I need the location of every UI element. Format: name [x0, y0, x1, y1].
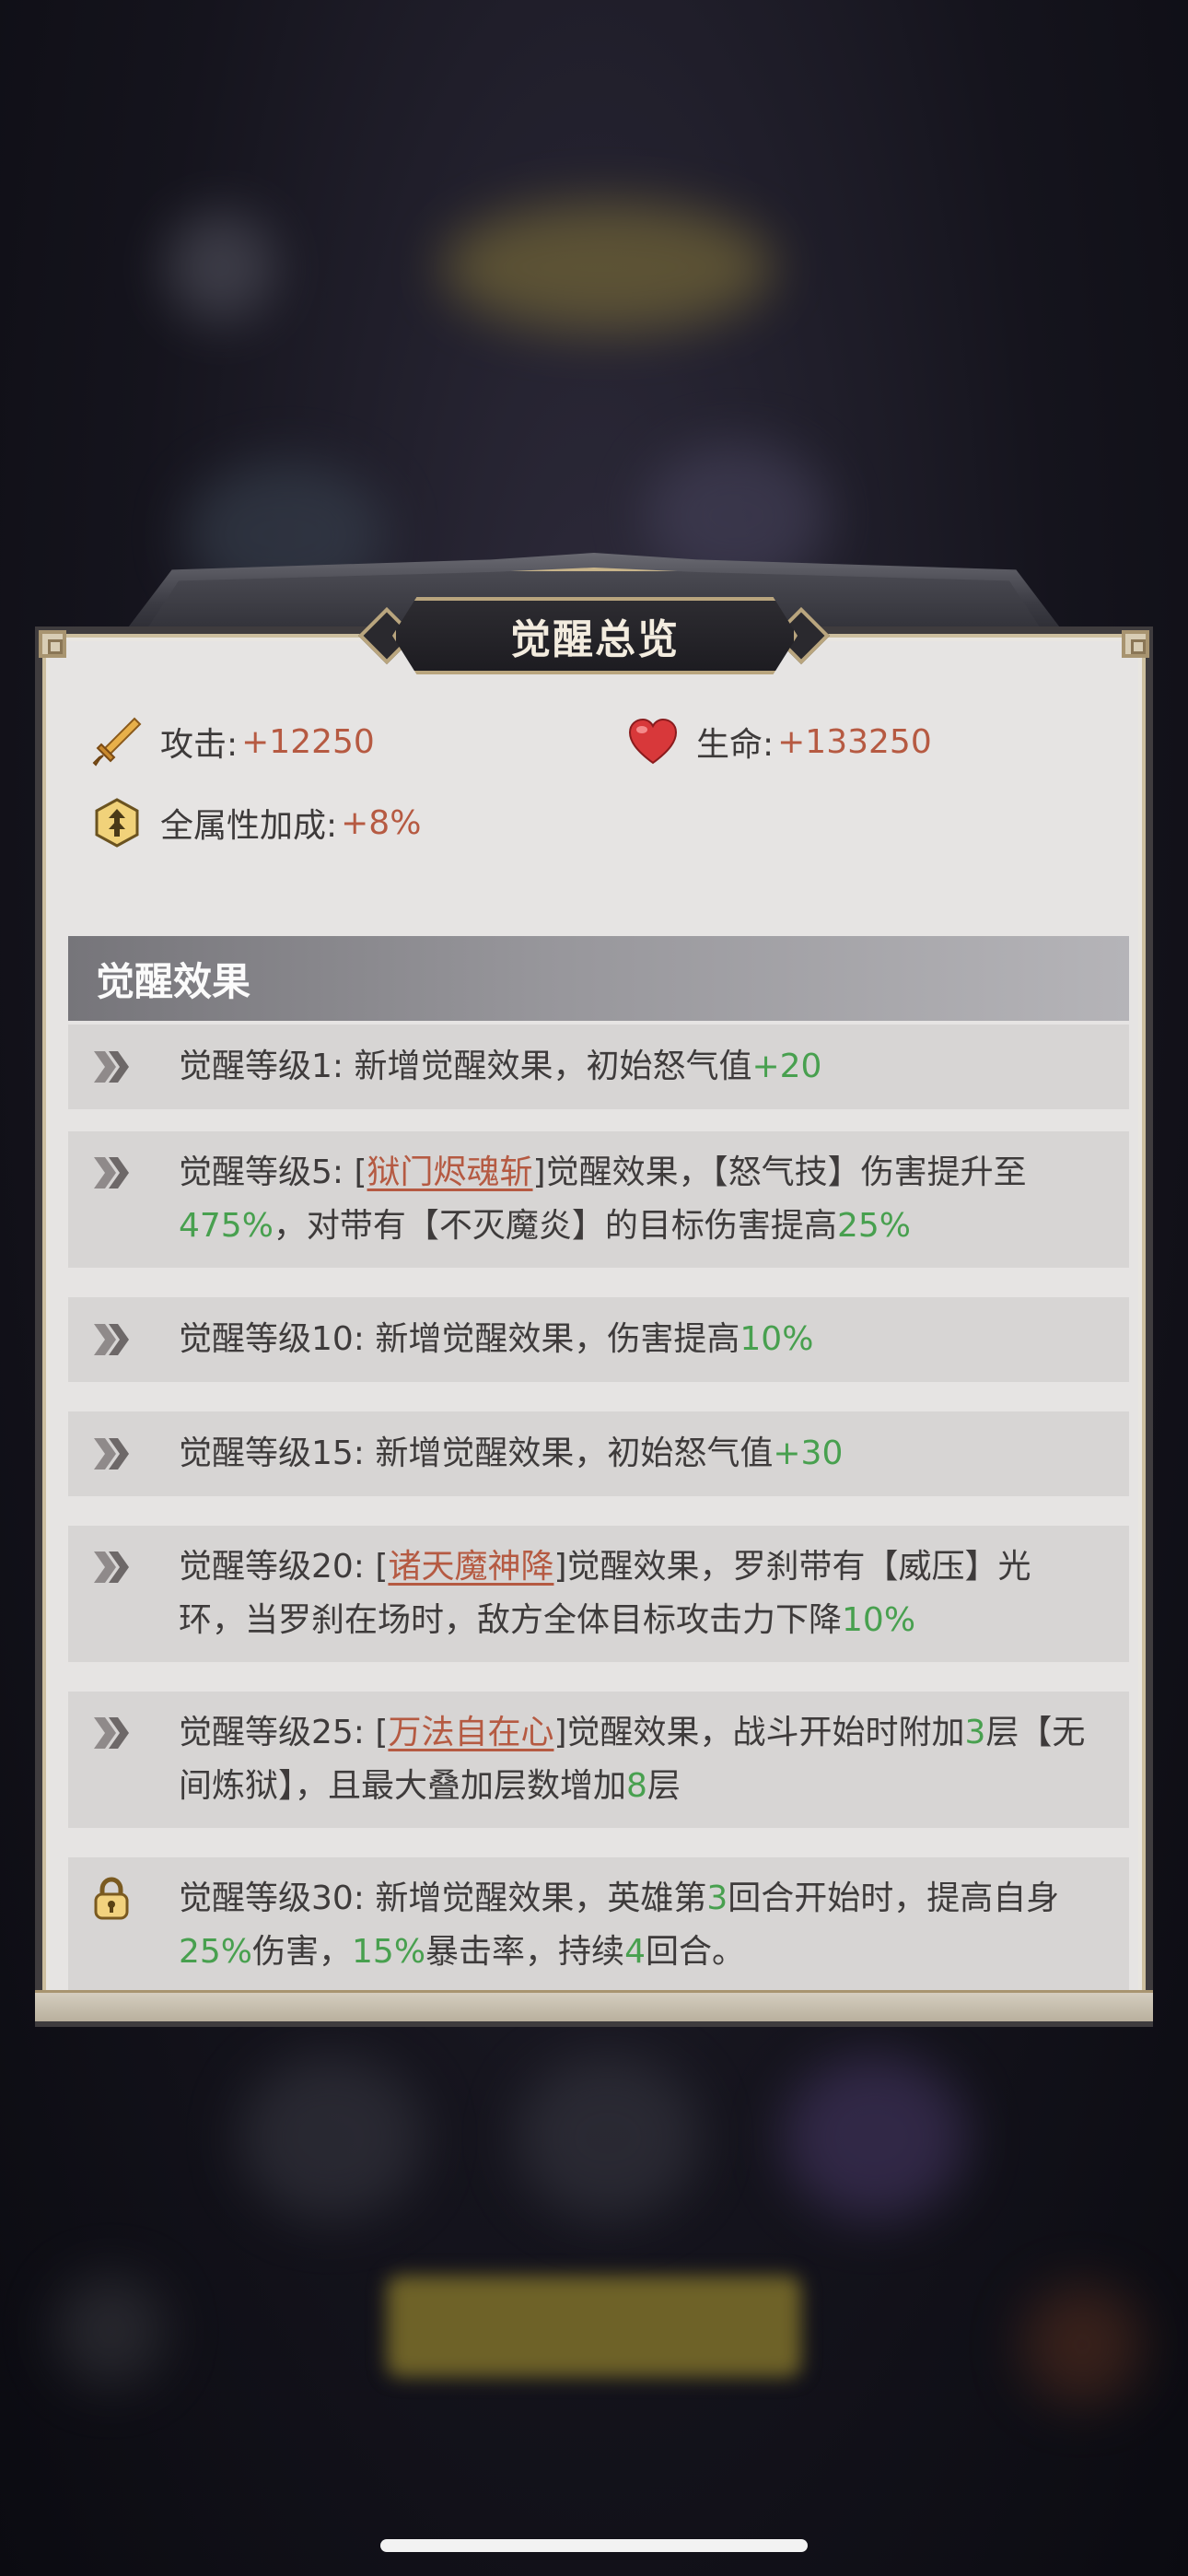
- lock-icon: [88, 1876, 134, 1922]
- effect-row: 觉醒等级15: 新增觉醒效果，初始怒气值+30: [68, 1411, 1129, 1496]
- effect-text-segment: 觉醒等级10: 新增觉醒效果，伤害提高: [179, 1320, 740, 1358]
- effect-row-locked: 觉醒等级30: 新增觉醒效果，英雄第3回合开始时，提高自身 25%伤害，15%暴击…: [68, 1857, 1129, 1994]
- effect-text-segment: 觉醒等级1: 新增觉醒效果，初始怒气值: [179, 1048, 752, 1085]
- hp-stat: 生命: +133250: [626, 715, 932, 768]
- background-glow: [55, 2276, 166, 2386]
- hexagon-arrow-icon: [90, 796, 144, 849]
- effect-text-segment: 觉醒等级15: 新增觉醒效果，初始怒气值: [179, 1434, 774, 1472]
- effect-value: 8: [626, 1767, 647, 1805]
- modal-panel: 攻击: +12250 生命: +133250 全属性加成: +8% 觉醒效果 觉…: [35, 626, 1153, 2027]
- effect-value: 10%: [740, 1320, 814, 1358]
- all-attribute-stat: 全属性加成: +8%: [90, 796, 421, 849]
- effect-text-segment: 觉醒等级30: 新增觉醒效果，英雄第: [179, 1879, 707, 1917]
- double-arrow-icon: [88, 1544, 134, 1590]
- effect-row: 觉醒等级20: [诸天魔神降]觉醒效果，罗刹带有【威压】光环，当罗刹在场时，敌方…: [68, 1526, 1129, 1662]
- effect-text-segment: 觉醒等级25: [: [179, 1714, 389, 1751]
- effect-row: 觉醒等级1: 新增觉醒效果，初始怒气值+20: [68, 1025, 1129, 1109]
- effect-description: 觉醒等级15: 新增觉醒效果，初始怒气值+30: [179, 1427, 1092, 1481]
- skill-link[interactable]: 狱门烬魂斩: [367, 1153, 533, 1191]
- effect-text-segment: 层: [646, 1767, 681, 1805]
- home-indicator[interactable]: [380, 2539, 808, 2552]
- corner-ornament: [1122, 630, 1149, 658]
- modal-title: 觉醒总览: [510, 616, 680, 663]
- all-attribute-label: 全属性加成:: [160, 807, 338, 845]
- background-glow: [783, 2055, 967, 2220]
- section-title: 觉醒效果: [96, 958, 251, 1004]
- effect-value: 475%: [179, 1207, 274, 1245]
- effect-value: 3: [964, 1714, 986, 1751]
- hp-label: 生命:: [696, 726, 775, 764]
- effect-text-segment: ]觉醒效果，战斗开始时附加: [553, 1714, 965, 1751]
- effect-text-segment: 回合。: [645, 1933, 745, 1971]
- effect-text-segment: 觉醒等级5: [: [179, 1153, 367, 1191]
- effect-description: 觉醒等级25: [万法自在心]觉醒效果，战斗开始时附加3层【无间炼狱】，且最大叠…: [179, 1706, 1092, 1813]
- attack-label: 攻击:: [160, 726, 239, 764]
- double-arrow-icon: [88, 1150, 134, 1196]
- corner-ornament: [39, 630, 66, 658]
- effect-text-segment: 回合开始时，提高自身: [728, 1879, 1060, 1917]
- effect-value: 25%: [836, 1207, 911, 1245]
- effect-value: +20: [751, 1048, 822, 1085]
- skill-link[interactable]: 万法自在心: [388, 1714, 553, 1751]
- effect-text-segment: 暴击率，持续: [425, 1933, 625, 1971]
- effect-value: 15%: [352, 1933, 426, 1971]
- effect-value: 10%: [842, 1601, 916, 1639]
- attack-value: +12250: [241, 722, 375, 761]
- modal-bottom-frame: [35, 1990, 1153, 2027]
- sword-icon: [90, 715, 144, 768]
- effect-value: 3: [706, 1879, 728, 1917]
- effect-text-segment: 伤害，: [252, 1933, 353, 1971]
- effect-row: 觉醒等级10: 新增觉醒效果，伤害提高10%: [68, 1297, 1129, 1382]
- effect-value: 25%: [179, 1933, 253, 1971]
- effect-row: 觉醒等级25: [万法自在心]觉醒效果，战斗开始时附加3层【无间炼狱】，且最大叠…: [68, 1692, 1129, 1828]
- double-arrow-icon: [88, 1317, 134, 1363]
- modal-title-plate: 觉醒总览: [392, 597, 798, 674]
- effects-section-header: 觉醒效果: [68, 936, 1129, 1021]
- effect-description: 觉醒等级1: 新增觉醒效果，初始怒气值+20: [179, 1040, 1092, 1094]
- double-arrow-icon: [88, 1431, 134, 1477]
- background-glow: [166, 212, 276, 322]
- hp-value: +133250: [777, 722, 932, 761]
- effect-text-segment: 觉醒等级20: [: [179, 1548, 389, 1586]
- background-glow: [239, 2055, 424, 2220]
- effect-value: 4: [624, 1933, 646, 1971]
- skill-link[interactable]: 诸天魔神降: [388, 1548, 553, 1586]
- attack-stat: 攻击: +12250: [90, 715, 375, 768]
- heart-icon: [626, 715, 680, 768]
- effect-value: +30: [773, 1434, 844, 1472]
- background-glow: [516, 2055, 700, 2220]
- double-arrow-icon: [88, 1710, 134, 1756]
- effect-text-segment: ，对带有【不灭魔炎】的目标伤害提高: [273, 1207, 837, 1245]
- double-arrow-icon: [88, 1044, 134, 1090]
- effect-description: 觉醒等级20: [诸天魔神降]觉醒效果，罗刹带有【威压】光环，当罗刹在场时，敌方…: [179, 1540, 1092, 1647]
- background-glow: [1022, 2285, 1142, 2405]
- effect-row: 觉醒等级5: [狱门烬魂斩]觉醒效果，【怒气技】伤害提升至 475%，对带有【不灭…: [68, 1131, 1129, 1268]
- all-attribute-value: +8%: [341, 803, 422, 842]
- effect-description: 觉醒等级5: [狱门烬魂斩]觉醒效果，【怒气技】伤害提升至 475%，对带有【不灭…: [179, 1146, 1092, 1253]
- background-button-blur: [387, 2276, 801, 2377]
- effect-description: 觉醒等级10: 新增觉醒效果，伤害提高10%: [179, 1313, 1092, 1366]
- effect-text-segment: ]觉醒效果，【怒气技】伤害提升至: [532, 1153, 1027, 1191]
- background-glow: [442, 203, 774, 332]
- effect-description: 觉醒等级30: 新增觉醒效果，英雄第3回合开始时，提高自身 25%伤害，15%暴击…: [179, 1872, 1092, 1979]
- awakening-overview-modal: 攻击: +12250 生命: +133250 全属性加成: +8% 觉醒效果 觉…: [35, 553, 1153, 2036]
